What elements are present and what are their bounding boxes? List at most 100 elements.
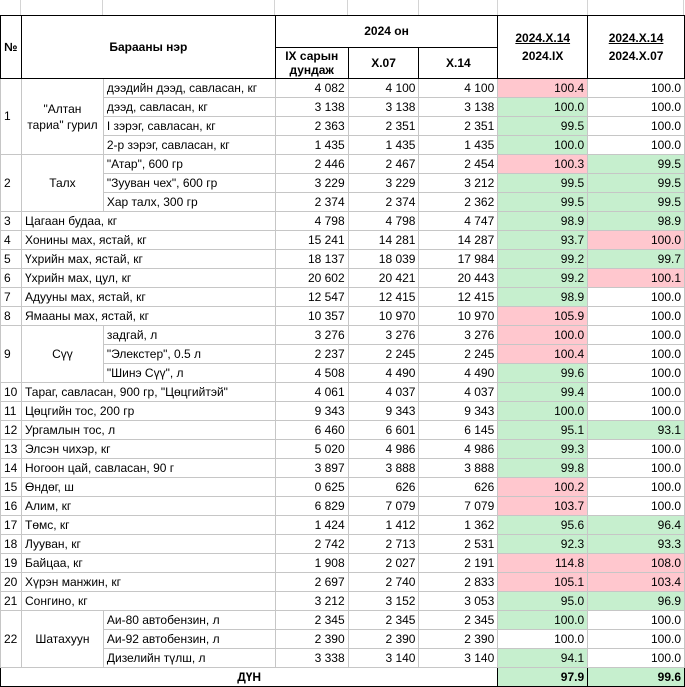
header-ratio-x07: 2024.X.14 2024.X.07 [587, 15, 685, 79]
value-x14: 2 345 [418, 610, 499, 630]
group-number: 9 [0, 325, 22, 383]
item-name: Дизелийн түлш, л [102, 648, 276, 668]
value-ix-avg: 2 390 [274, 629, 349, 649]
value-ix-avg: 1 908 [274, 553, 349, 573]
ratio-ix: 99.5 [497, 173, 589, 193]
item-name: "Зууван чех", 600 гр [102, 173, 276, 193]
table-row: 8 Ямааны мах, ястай, кг 10 357 10 970 10 970… [0, 306, 685, 326]
ratio-x07: 100.0 [587, 477, 685, 497]
ratio-x07: 99.5 [587, 154, 685, 174]
item-name: I зэрэг, савласан, кг [102, 116, 276, 136]
value-x14: 2 454 [418, 154, 499, 174]
ratio-ix: 100.0 [497, 401, 589, 421]
item-name: Адууны мах, ястай, кг [20, 287, 276, 307]
ratio-ix: 100.2 [497, 477, 589, 497]
item-name: Аи-92 автобензин, л [102, 629, 276, 649]
ratio-ix: 95.1 [497, 420, 589, 440]
value-x07: 9 343 [347, 401, 420, 421]
row-number: 17 [0, 515, 22, 535]
value-x14: 3 140 [418, 648, 499, 668]
value-ix-avg: 20 602 [274, 268, 349, 288]
total-row: ДҮН 97.9 99.6 [0, 667, 685, 687]
row-number: 15 [0, 477, 22, 497]
value-x07: 18 039 [347, 249, 420, 269]
value-x14: 17 984 [418, 249, 499, 269]
row-number: 10 [0, 382, 22, 402]
ratio-x07: 100.0 [587, 116, 685, 136]
item-name: Аи-80 автобензин, л [102, 610, 276, 630]
item-name: Алим, кг [20, 496, 276, 516]
ratio-ix: 100.4 [497, 78, 589, 98]
ratio-ix: 94.1 [497, 648, 589, 668]
value-x14: 2 833 [418, 572, 499, 592]
ratio-ix: 99.5 [497, 116, 589, 136]
ratio-ix: 99.4 [497, 382, 589, 402]
row-number: 6 [0, 268, 22, 288]
ratio-ix: 99.5 [497, 192, 589, 212]
table-row: 22 Шатахуун Аи-80 автобензин, л2 345 2 345 2… [0, 610, 685, 668]
value-x14: 2 351 [418, 116, 499, 136]
ratio-x07: 99.7 [587, 249, 685, 269]
value-ix-avg: 2 363 [274, 116, 349, 136]
value-ix-avg: 4 508 [274, 363, 349, 383]
ratio-x07: 108.0 [587, 553, 685, 573]
value-ix-avg: 2 697 [274, 572, 349, 592]
value-x07: 2 467 [347, 154, 420, 174]
table-row: 5 Үхрийн мах, ястай, кг 18 137 18 039 17 984… [0, 249, 685, 269]
ratio-x07: 100.0 [587, 629, 685, 649]
item-name: "Шинэ Сүү", л [102, 363, 276, 383]
value-ix-avg: 4 061 [274, 382, 349, 402]
ratio-x07-denominator: 2024.X.07 [608, 49, 664, 63]
ratio-x07: 93.1 [587, 420, 685, 440]
ratio-ix: 103.7 [497, 496, 589, 516]
value-x14: 2 362 [418, 192, 499, 212]
item-name: Цөцгийн тос, 200 гр [20, 401, 276, 421]
table-row: 18 Лууван, кг 2 742 2 713 2 531 92.3 93.3 [0, 534, 685, 554]
value-x07: 2 245 [347, 344, 420, 364]
item-name: Ямааны мах, ястай, кг [20, 306, 276, 326]
value-x14: 3 212 [418, 173, 499, 193]
value-x07: 1 412 [347, 515, 420, 535]
ratio-x07: 100.0 [587, 363, 685, 383]
ratio-ix: 99.2 [497, 268, 589, 288]
ratio-ix: 93.7 [497, 230, 589, 250]
table-row: 2-р зэрэг, савласан, кг 1 435 1 435 1 435 10… [1, 135, 685, 155]
value-x14: 2 390 [418, 629, 499, 649]
item-name: Хонины мах, ястай, кг [20, 230, 276, 250]
value-x14: 4 490 [418, 363, 499, 383]
value-x07: 3 138 [347, 97, 420, 117]
ratio-x07: 100.0 [587, 97, 685, 117]
item-name: "Атар", 600 гр [102, 154, 276, 174]
value-ix-avg: 1 435 [274, 135, 349, 155]
value-x14: 9 343 [418, 401, 499, 421]
row-number: 12 [0, 420, 22, 440]
ratio-x07: 100.0 [587, 458, 685, 478]
value-x14: 2 531 [418, 534, 499, 554]
table-row: "Шинэ Сүү", л4 508 4 490 4 490 99.6 100.0 [1, 363, 685, 383]
ratio-ix: 99.3 [497, 439, 589, 459]
row-number: 8 [0, 306, 22, 326]
row-number: 16 [0, 496, 22, 516]
value-x07: 3 152 [347, 591, 420, 611]
value-x14: 12 415 [418, 287, 499, 307]
ratio-x07: 100.0 [587, 306, 685, 326]
value-x14: 1 362 [418, 515, 499, 535]
header-product-name: Барааны нэр [20, 15, 276, 79]
ratio-ix: 105.1 [497, 572, 589, 592]
group-number: 1 [0, 78, 22, 155]
ratio-ix-numerator: 2024.X.14 [515, 31, 571, 45]
value-ix-avg: 2 345 [274, 610, 349, 630]
group-number: 2 [0, 154, 22, 212]
ratio-x07: 93.3 [587, 534, 685, 554]
value-x14: 4 986 [418, 439, 499, 459]
ratio-ix: 100.4 [497, 344, 589, 364]
value-ix-avg: 12 547 [274, 287, 349, 307]
ratio-ix: 100.0 [497, 629, 589, 649]
value-x14: 3 138 [418, 97, 499, 117]
ratio-x07: 99.5 [587, 173, 685, 193]
ratio-x07: 98.9 [587, 211, 685, 231]
value-x07: 4 490 [347, 363, 420, 383]
table-row: 21 Сонгино, кг 3 212 3 152 3 053 95.0 96.9 [0, 591, 685, 611]
table-row: 17 Төмс, кг 1 424 1 412 1 362 95.6 96.4 [0, 515, 685, 535]
table-row: 10 Тараг, савласан, 900 гр, "Цөцгийтэй" 4 … [0, 382, 685, 402]
